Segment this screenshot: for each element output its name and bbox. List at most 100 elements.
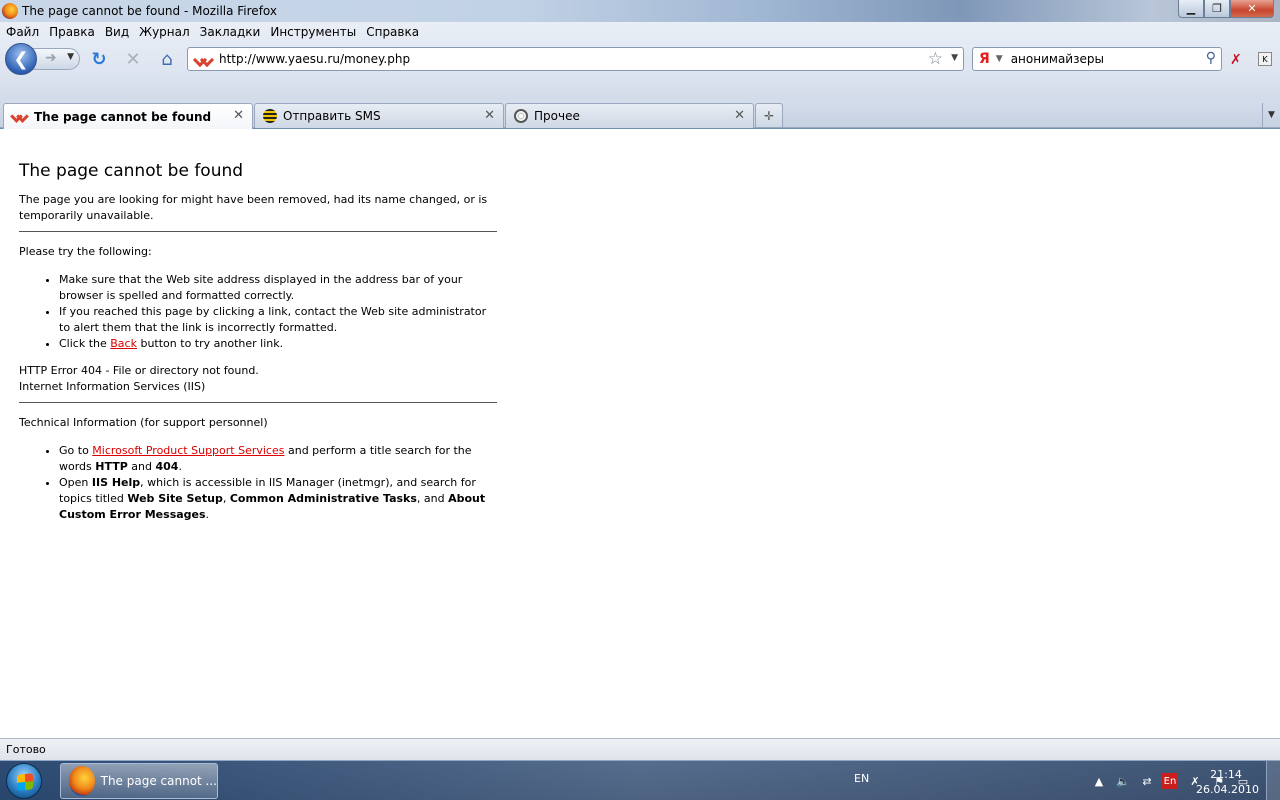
site-favicon-icon [195, 54, 211, 64]
addon-icon[interactable]: ✗ [1230, 52, 1246, 68]
tab-close-icon[interactable]: ✕ [233, 108, 244, 123]
menu-history[interactable]: Журнал [139, 25, 190, 39]
forward-arrow-icon: ➜ [45, 50, 57, 66]
clock[interactable]: 21:14 26.04.2010 [1196, 767, 1259, 797]
keyboard-layout-icon[interactable]: En [1162, 773, 1178, 789]
tab-label: Отправить SMS [283, 109, 381, 123]
error-code-text: HTTP Error 404 - File or directory not f… [19, 364, 259, 377]
clock-time: 21:14 [1210, 768, 1242, 781]
tab-strip: The page cannot be found ✕ Отправить SMS… [0, 100, 1280, 129]
tab-label: The page cannot be found [34, 109, 212, 124]
forward-button[interactable]: ➜ ▼ [32, 48, 80, 70]
url-dropdown-icon[interactable]: ▼ [951, 53, 958, 63]
maximize-button[interactable]: ❐ [1204, 0, 1230, 18]
ms-support-link[interactable]: Microsoft Product Support Services [92, 444, 284, 457]
menu-edit[interactable]: Правка [49, 25, 95, 39]
tab-other[interactable]: Прочее ✕ [505, 103, 754, 128]
start-button[interactable] [6, 763, 42, 799]
tab-close-icon[interactable]: ✕ [484, 108, 495, 123]
server-text: Internet Information Services (IIS) [19, 380, 206, 393]
menu-file[interactable]: Файл [6, 25, 39, 39]
list-item-text: . [178, 460, 182, 473]
search-icon[interactable]: ⚲ [1206, 50, 1216, 66]
beeline-icon [263, 109, 277, 123]
back-link[interactable]: Back [110, 337, 137, 350]
list-item: Make sure that the Web site address disp… [59, 272, 497, 304]
stop-button[interactable]: ✕ [123, 49, 143, 70]
globe-icon [514, 109, 528, 123]
list-item: If you reached this page by clicking a l… [59, 304, 497, 336]
divider [19, 231, 497, 232]
search-input[interactable]: анонимайзеры [1011, 52, 1104, 66]
volume-icon[interactable]: 🔈 [1116, 774, 1130, 788]
addon-k-icon[interactable]: K [1258, 52, 1272, 66]
firefox-icon [2, 3, 18, 19]
bold-text: HTTP [95, 460, 128, 473]
show-desktop-button[interactable] [1266, 761, 1280, 800]
status-bar: Готово [0, 738, 1280, 760]
network-icon[interactable]: ⇄ [1140, 774, 1154, 788]
page-content: The page cannot be found The page you ar… [0, 129, 1280, 738]
list-item-text: , and [416, 492, 449, 505]
history-dropdown-icon[interactable]: ▼ [67, 52, 74, 62]
menu-bar: Файл Правка Вид Журнал Закладки Инструме… [0, 22, 1280, 41]
tab-page-not-found[interactable]: The page cannot be found ✕ [3, 103, 253, 129]
list-item: Click the Back button to try another lin… [59, 336, 497, 352]
search-bar[interactable]: Я ▼ анонимайзеры ⚲ [972, 47, 1222, 71]
url-text[interactable]: http://www.yaesu.ru/money.php [219, 52, 410, 66]
suggestions-list: Make sure that the Web site address disp… [59, 272, 497, 352]
tech-info-heading: Technical Information (for support perso… [19, 416, 268, 429]
home-button[interactable]: ⌂ [157, 49, 177, 70]
back-arrow-icon: ❮ [13, 48, 29, 70]
minimize-button[interactable]: ▁ [1178, 0, 1204, 18]
close-button[interactable]: ✕ [1230, 0, 1274, 18]
tray-expand-icon[interactable]: ▲ [1092, 774, 1106, 788]
tab-label: Прочее [534, 109, 580, 123]
menu-view[interactable]: Вид [105, 25, 129, 39]
windows-logo-icon [17, 773, 33, 791]
menu-help[interactable]: Справка [366, 25, 419, 39]
bold-text: Common Administrative Tasks [229, 492, 417, 505]
list-item-text: Click the [59, 337, 111, 350]
list-item-text: . [205, 508, 210, 521]
error-page: The page cannot be found The page you ar… [19, 129, 497, 523]
list-item-text: Open [59, 476, 92, 489]
title-bar: The page cannot be found - Mozilla Firef… [0, 0, 1280, 22]
status-text: Готово [6, 743, 46, 756]
list-item-text: button to try another link. [136, 337, 284, 350]
reload-button[interactable]: ↻ [89, 49, 109, 70]
clock-date: 26.04.2010 [1196, 783, 1259, 796]
taskbar-firefox-button[interactable]: The page cannot ... [60, 763, 218, 799]
list-item-text: and [127, 460, 156, 473]
taskbar: The page cannot ... EN ▲ 🔈 ⇄ En ✗ ⚑ ▭ 21… [0, 760, 1280, 800]
tech-info-list: Go to Microsoft Product Support Services… [59, 443, 497, 523]
divider [19, 402, 497, 403]
try-following-text: Please try the following: [19, 245, 152, 258]
search-engine-dropdown-icon[interactable]: ▼ [996, 54, 1003, 64]
list-item: Go to Microsoft Product Support Services… [59, 443, 497, 475]
window-controls: ▁ ❐ ✕ [1178, 0, 1274, 18]
bookmark-star-icon[interactable]: ☆ [928, 49, 943, 69]
bold-text: Web Site Setup [127, 492, 223, 505]
list-item: Open IIS Help, which is accessible in II… [59, 475, 497, 523]
taskbar-button-label: The page cannot ... [100, 774, 217, 788]
list-item-text: , [222, 492, 230, 505]
window-title: The page cannot be found - Mozilla Firef… [22, 4, 277, 18]
address-bar[interactable]: http://www.yaesu.ru/money.php ☆ ▼ [187, 47, 964, 71]
menu-tools[interactable]: Инструменты [270, 25, 356, 39]
new-tab-button[interactable]: ✛ [755, 103, 783, 127]
yandex-icon[interactable]: Я [979, 51, 990, 67]
intro-text: The page you are looking for might have … [19, 193, 488, 222]
language-indicator[interactable]: EN [854, 772, 869, 785]
tab-list-button[interactable]: ▼ [1262, 103, 1280, 127]
menu-bookmarks[interactable]: Закладки [200, 25, 261, 39]
page-heading: The page cannot be found [19, 161, 244, 181]
bold-text: IIS Help [91, 476, 141, 489]
firefox-icon [69, 766, 95, 796]
site-favicon-icon [12, 112, 28, 122]
back-button[interactable]: ❮ [5, 43, 37, 75]
tab-close-icon[interactable]: ✕ [734, 108, 745, 123]
list-item-text: Go to [59, 444, 93, 457]
tab-send-sms[interactable]: Отправить SMS ✕ [254, 103, 504, 128]
browser-chrome: Файл Правка Вид Журнал Закладки Инструме… [0, 22, 1280, 100]
